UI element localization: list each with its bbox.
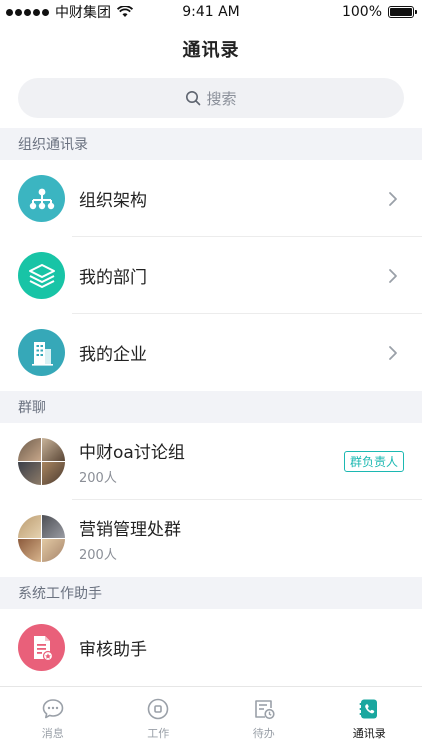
tab-label: 消息 <box>41 726 64 740</box>
row-title: 我的企业 <box>79 345 147 365</box>
page-title: 通讯录 <box>182 40 240 61</box>
row-text: 我的部门 <box>79 263 378 288</box>
layers-icon <box>18 252 65 299</box>
status-bar: 中财集团 9:41 AM 100% <box>0 0 422 24</box>
tab-label: 工作 <box>147 726 170 740</box>
search-input[interactable]: 搜索 <box>18 78 404 118</box>
section-header-org: 组织通讯录 <box>0 128 422 160</box>
list-item-group-oa[interactable]: 中财oa讨论组 200人 群负责人 <box>0 423 422 500</box>
row-text: 审核助手 <box>79 635 422 660</box>
todo-clock-icon <box>254 699 275 719</box>
row-text: 中财oa讨论组 200人 <box>79 438 344 486</box>
row-text: 我的企业 <box>79 340 378 365</box>
chat-bubble-icon <box>42 698 64 718</box>
tab-bar: 消息 工作 待办 通讯录 <box>0 686 422 750</box>
battery-percent: 100% <box>341 4 382 20</box>
tab-todo[interactable]: 待办 <box>211 687 317 750</box>
org-chart-icon <box>18 175 65 222</box>
battery-icon <box>388 6 417 18</box>
tab-label: 待办 <box>252 726 275 740</box>
row-text: 营销管理处群 200人 <box>79 515 422 563</box>
list-item-my-company[interactable]: 我的企业 <box>0 314 422 391</box>
carrier-name: 中财集团 <box>55 5 111 21</box>
status-right: 100% <box>341 4 417 20</box>
building-icon <box>18 329 65 376</box>
work-circle-icon <box>147 698 169 719</box>
row-text: 组织架构 <box>79 186 378 211</box>
contacts-book-icon <box>359 699 378 718</box>
wifi-icon <box>117 6 133 17</box>
row-title: 组织架构 <box>79 191 147 211</box>
chevron-right-icon <box>378 268 408 284</box>
group-name: 营销管理处群 <box>79 519 181 540</box>
group-member-count: 200人 <box>79 547 117 563</box>
chevron-right-icon <box>378 345 408 361</box>
list-item-my-department[interactable]: 我的部门 <box>0 237 422 314</box>
search-wrap: 搜索 <box>0 74 422 122</box>
search-icon <box>186 91 201 106</box>
row-title: 我的部门 <box>79 268 147 288</box>
section-header-assistants: 系统工作助手 <box>0 577 422 609</box>
list-item-org-chart[interactable]: 组织架构 <box>0 160 422 237</box>
signal-strength-icon <box>6 8 49 16</box>
document-icon <box>18 624 65 671</box>
group-owner-badge: 群负责人 <box>343 451 404 472</box>
list-item-group-marketing[interactable]: 营销管理处群 200人 <box>0 500 422 577</box>
list-item-review-assistant[interactable]: 审核助手 <box>0 609 422 686</box>
tab-messages[interactable]: 消息 <box>0 687 106 750</box>
tab-work[interactable]: 工作 <box>106 687 212 750</box>
status-left: 中财集团 <box>6 2 133 22</box>
group-avatar <box>18 515 65 562</box>
group-avatar <box>18 438 65 485</box>
section-header-groups: 群聊 <box>0 391 422 423</box>
tab-contacts[interactable]: 通讯录 <box>317 687 422 750</box>
nav-bar: 通讯录 <box>0 24 422 74</box>
row-title: 审核助手 <box>79 640 147 660</box>
tab-label: 通讯录 <box>352 726 386 740</box>
battery-fill <box>390 8 412 16</box>
group-member-count: 200人 <box>79 470 117 486</box>
chevron-right-icon <box>378 191 408 207</box>
group-name: 中财oa讨论组 <box>79 442 185 463</box>
search-placeholder: 搜索 <box>206 89 237 108</box>
